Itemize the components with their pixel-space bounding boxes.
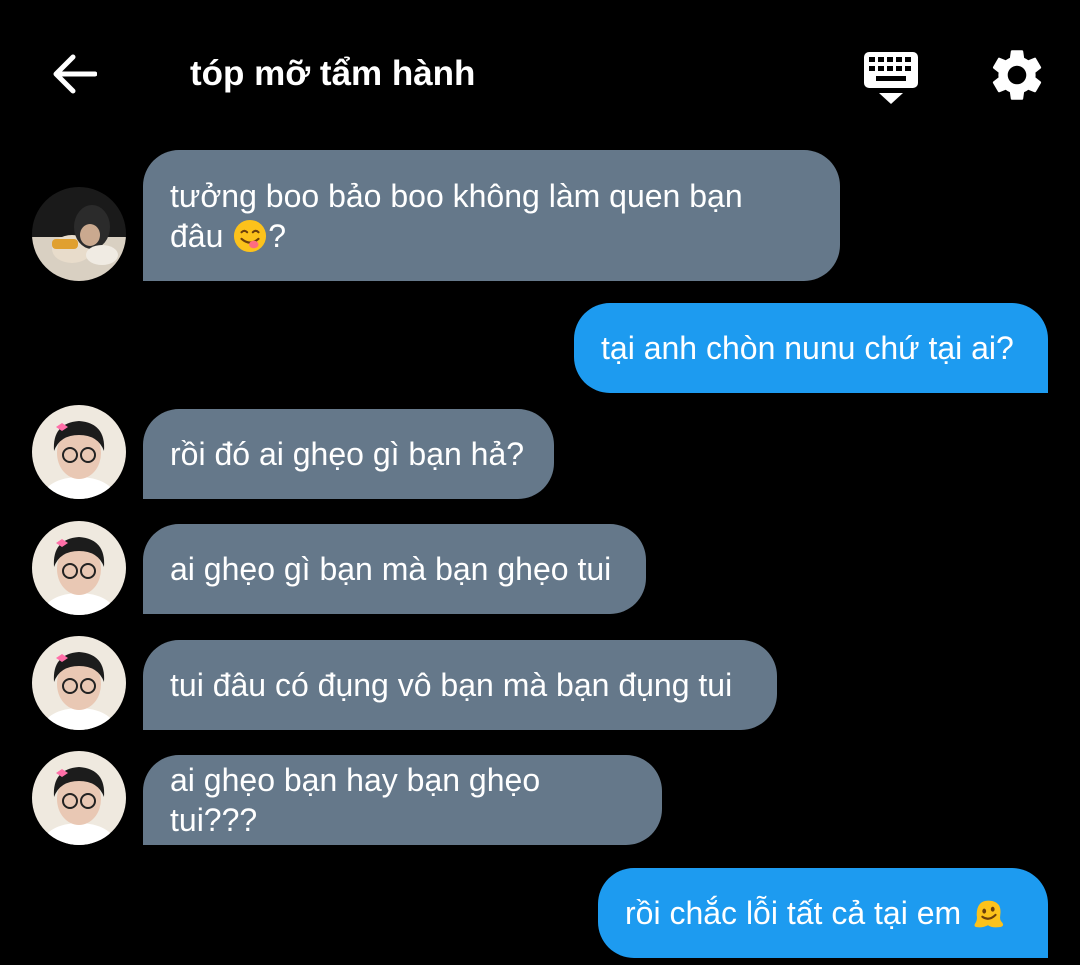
message-text: đâu xyxy=(170,217,224,254)
message-bubble-incoming[interactable]: ai ghẹo gì bạn mà bạn ghẹo tui xyxy=(143,524,646,614)
message-bubble-incoming[interactable]: ai ghẹo bạn hay bạn ghẹo tui??? xyxy=(143,755,662,845)
avatar[interactable] xyxy=(32,636,126,730)
message-bubble-outgoing[interactable]: tại anh chòn nunu chứ tại ai? xyxy=(574,303,1048,393)
avatar-photo xyxy=(32,405,126,499)
arrow-left-icon xyxy=(53,54,97,94)
message-text: rồi đó ai ghẹo gì bạn hả? xyxy=(170,436,525,472)
conversation-title: tóp mỡ tẩm hành xyxy=(190,54,476,93)
message-bubble-incoming[interactable]: rồi đó ai ghẹo gì bạn hả? xyxy=(143,409,554,499)
settings-button[interactable] xyxy=(986,44,1048,106)
avatar[interactable] xyxy=(32,751,126,845)
gear-icon xyxy=(992,50,1042,100)
avatar[interactable] xyxy=(32,405,126,499)
message-text: tui đâu có đụng vô bạn mà bạn đụng tui xyxy=(170,667,733,703)
message-text: tại anh chòn nunu chứ tại ai? xyxy=(601,330,1014,366)
keyboard-button[interactable] xyxy=(858,44,924,108)
avatar-photo xyxy=(32,521,126,615)
avatar-photo xyxy=(32,187,126,281)
message-bubble-outgoing[interactable]: rồi chắc lỗi tất cả tại em xyxy=(598,868,1048,958)
melting-face-emoji xyxy=(974,900,1004,928)
face-savoring-food-emoji xyxy=(234,219,267,252)
avatar[interactable] xyxy=(32,187,126,281)
message-text: rồi chắc lỗi tất cả tại em xyxy=(625,895,962,931)
message-text: ? xyxy=(268,217,287,254)
avatar-photo xyxy=(32,636,126,730)
message-text: ai ghẹo gì bạn mà bạn ghẹo tui xyxy=(170,551,612,587)
avatar[interactable] xyxy=(32,521,126,615)
message-bubble-incoming[interactable]: tưởng boo bảo boo không làm quen bạn đâu… xyxy=(143,150,840,281)
message-bubble-incoming[interactable]: tui đâu có đụng vô bạn mà bạn đụng tui xyxy=(143,640,777,730)
message-text: tưởng boo bảo boo không làm quen bạn xyxy=(170,177,743,214)
back-button[interactable] xyxy=(44,44,104,104)
message-text: ai ghẹo bạn hay bạn ghẹo tui??? xyxy=(170,762,541,838)
keyboard-icon xyxy=(864,52,918,104)
chat-header: tóp mỡ tẩm hành xyxy=(0,0,1080,148)
avatar-photo xyxy=(32,751,126,845)
